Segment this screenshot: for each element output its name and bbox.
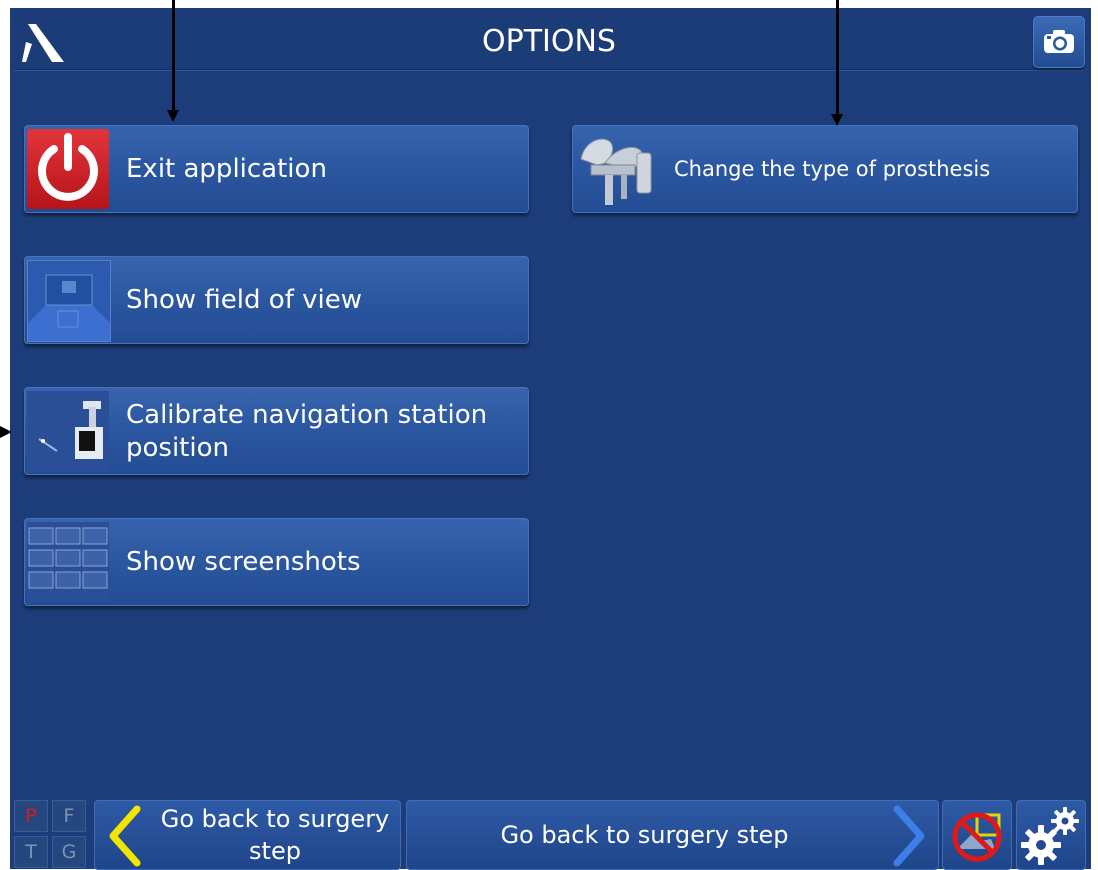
power-icon <box>27 129 109 209</box>
calibrate-navigation-station-button[interactable]: Calibrate navigation station position <box>24 387 529 475</box>
navigation-station-icon <box>27 391 109 471</box>
show-screenshots-label: Show screenshots <box>126 547 361 577</box>
indicator-g: G <box>52 836 86 868</box>
annotation-arrowhead-3 <box>0 426 12 438</box>
screenshots-icon <box>27 522 109 602</box>
calibrate-navigation-station-label: Calibrate navigation station position <box>126 400 488 463</box>
prosthesis-icon <box>575 129 657 209</box>
show-field-of-view-button[interactable]: Show field of view <box>24 256 529 344</box>
chevron-left-icon <box>109 805 141 867</box>
next-surgery-step-button[interactable]: Go back to surgery step <box>406 800 939 870</box>
annotation-arrowhead-1 <box>167 110 179 122</box>
field-of-view-icon <box>27 260 111 342</box>
screenshot-button[interactable] <box>1033 16 1085 68</box>
indicator-p: P <box>14 800 48 832</box>
show-field-of-view-label: Show field of view <box>126 285 362 315</box>
exit-application-label: Exit application <box>126 154 327 184</box>
next-button-label: Go back to surgery step <box>500 821 789 849</box>
chevron-right-icon <box>893 805 925 867</box>
back-button-label: Go back to surgery step <box>160 805 390 865</box>
tracking-disabled-icon <box>952 812 1002 862</box>
change-prosthesis-type-label: Change the type of prosthesis <box>674 157 991 181</box>
tracking-toggle-button[interactable] <box>942 800 1012 870</box>
back-to-surgery-step-button[interactable]: Go back to surgery step <box>94 800 401 870</box>
indicator-f: F <box>52 800 86 832</box>
annotation-arrowhead-2 <box>831 114 843 126</box>
indicator-t: T <box>14 836 48 868</box>
page-title: OPTIONS <box>482 24 616 59</box>
change-prosthesis-type-button[interactable]: Change the type of prosthesis <box>572 125 1078 213</box>
annotation-arrow-2 <box>836 0 839 115</box>
exit-application-button[interactable]: Exit application <box>24 125 529 213</box>
show-screenshots-button[interactable]: Show screenshots <box>24 518 529 606</box>
annotation-arrow-1 <box>172 0 175 111</box>
gear-icon <box>1021 807 1079 865</box>
settings-button[interactable] <box>1016 800 1086 870</box>
camera-icon <box>1044 30 1074 53</box>
